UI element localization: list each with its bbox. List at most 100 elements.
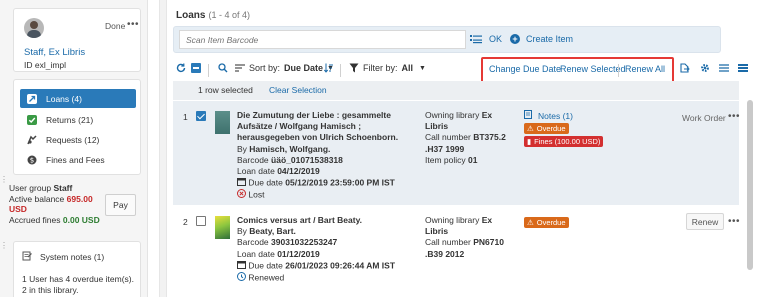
create-item-button[interactable]: + Create Item <box>510 34 573 44</box>
filter-icon[interactable] <box>349 63 359 73</box>
filter-value: All <box>401 63 414 73</box>
select-all-checkbox[interactable] <box>191 63 201 73</box>
item-loan-date: Loan date 01/12/2019 <box>237 248 320 259</box>
row-number: 1 <box>183 112 188 122</box>
change-due-date-button[interactable]: Change Due Date <box>489 64 561 74</box>
more-options-button[interactable]: ••• <box>127 19 139 30</box>
returns-icon <box>27 114 37 125</box>
item-title-link[interactable]: Die Zumutung der Liebe : gesammelte Aufs… <box>237 110 417 144</box>
renew-button[interactable]: Renew <box>686 213 724 230</box>
drag-handle-icon[interactable]: ⋮ <box>0 176 8 184</box>
divider <box>208 64 209 77</box>
done-button[interactable]: Done <box>105 21 125 31</box>
item-barcode: Barcode 39031032253247 <box>237 237 338 248</box>
active-balance-amount: 695.00 <box>66 193 93 204</box>
item-author: By Beaty, Bart. <box>237 226 296 237</box>
selected-count: 1 row selected <box>198 85 253 95</box>
clear-selection-link[interactable]: Clear Selection <box>269 85 327 95</box>
user-id-label: ID <box>24 60 33 70</box>
item-due-date: Due date 26/01/2023 09:26:44 AM IST <box>237 260 417 272</box>
nav-item-requests[interactable]: Requests (12) <box>20 130 136 149</box>
loans-section: Loans(1 - 4 of 4) OK + Create Item Sort … <box>168 0 757 297</box>
item-details: Comics versus art / Bart Beaty. By Beaty… <box>237 215 417 284</box>
nav-item-loans[interactable]: Loans (4) <box>20 89 136 108</box>
nav-item-fines[interactable]: $ Fines and Fees <box>20 150 136 169</box>
requests-icon <box>27 134 37 145</box>
user-name-link[interactable]: Staff, Ex Libris <box>24 47 85 58</box>
item-title-link[interactable]: Comics versus art / Bart Beaty. <box>237 215 417 226</box>
user-group: User group Staff <box>9 183 73 193</box>
divider <box>340 64 341 77</box>
item-notes: Notes (1) ⚠ Overdue ▮ Fines (100.00 USD) <box>524 110 604 147</box>
loans-toolbar: Sort by: Due Date ▼ Filter by: All ▼ Cha… <box>168 57 757 83</box>
system-notes-title: System notes (1) <box>40 252 105 262</box>
accrued-fines: Accrued fines 0.00 USD <box>9 214 100 225</box>
chevron-down-icon: ▼ <box>419 64 426 72</box>
book-cover-thumbnail[interactable] <box>215 111 230 134</box>
calendar-icon <box>237 177 246 189</box>
scrollbar[interactable] <box>747 100 753 270</box>
item-location: Owning library Ex Libris Call number PN6… <box>425 215 504 259</box>
system-notes-card: System notes (1) 1 User has 4 overdue it… <box>13 241 141 297</box>
item-loan-date: Loan date 04/12/2019 <box>237 166 320 177</box>
search-icon[interactable] <box>218 63 228 73</box>
system-note-text: 1 User has 4 overdue item(s). 2 in this … <box>22 274 134 295</box>
item-status: Lost <box>237 189 417 201</box>
list-view-icon[interactable] <box>719 63 729 73</box>
row-more-button[interactable]: ••• <box>728 111 740 122</box>
renew-selected-button[interactable]: Renew Selected <box>560 64 626 74</box>
sort-value: Due Date <box>284 63 324 73</box>
pay-button[interactable]: Pay <box>105 194 136 216</box>
lost-icon <box>237 189 246 201</box>
plus-icon: + <box>510 34 520 44</box>
user-card: Done ••• Staff, Ex Libris ID exl_impl <box>13 8 141 72</box>
gear-icon[interactable] <box>700 63 710 73</box>
scan-barcode-input[interactable] <box>179 30 466 49</box>
renew-all-button[interactable]: Renew All <box>625 64 665 74</box>
item-due-date: Due date 05/12/2019 23:59:00 PM IST <box>237 177 417 189</box>
loan-row[interactable]: 2 Comics versus art / Bart Beaty. By Bea… <box>173 206 740 282</box>
sort-icon[interactable] <box>235 63 245 73</box>
sort-by-dropdown[interactable]: Sort by: Due Date ▼ <box>249 63 334 73</box>
sort-direction-icon[interactable] <box>324 63 334 73</box>
loan-row[interactable]: 1 Die Zumutung der Liebe : gesammelte Au… <box>173 101 740 205</box>
overdue-icon: ⚠ <box>527 218 534 227</box>
panel-splitter[interactable] <box>159 0 167 297</box>
nav-item-label: Returns (21) <box>46 114 94 125</box>
item-notes: ⚠ Overdue <box>524 215 569 228</box>
nav-item-label: Requests (12) <box>46 134 100 145</box>
svg-text:$: $ <box>30 156 34 164</box>
nav-item-returns[interactable]: Returns (21) <box>20 110 136 129</box>
overdue-badge: ⚠ Overdue <box>524 217 569 228</box>
row-checkbox[interactable] <box>196 216 206 226</box>
book-cover-thumbnail[interactable] <box>215 216 230 239</box>
loans-count: (1 - 4 of 4) <box>208 10 250 20</box>
notes-link[interactable]: Notes (1) <box>524 110 603 121</box>
item-author: By Hamisch, Wolfgang. <box>237 143 331 154</box>
fines-badge: ▮ Fines (100.00 USD) <box>524 136 604 147</box>
drag-handle-icon[interactable]: ⋮ <box>0 242 8 250</box>
fines-icon: $ <box>27 155 37 165</box>
renewed-icon <box>237 272 246 284</box>
row-checkbox[interactable] <box>196 111 206 121</box>
divider <box>618 64 619 77</box>
barcode-list-icon[interactable] <box>470 34 482 46</box>
item-location: Owning library Ex Libris Call number BT3… <box>425 110 506 165</box>
export-icon[interactable] <box>680 63 690 73</box>
refresh-icon[interactable] <box>176 63 186 73</box>
notes-icon <box>524 110 534 121</box>
notes-icon <box>22 251 32 263</box>
filter-by-dropdown[interactable]: Filter by: All ▼ <box>363 63 426 73</box>
compact-view-icon[interactable] <box>738 63 748 73</box>
user-nav: Loans (4) Returns (21) Requests (12) $ F… <box>13 79 141 175</box>
row-more-button[interactable]: ••• <box>728 216 740 227</box>
work-order-button[interactable]: Work Order <box>682 113 726 123</box>
system-notes-header[interactable]: System notes (1) <box>22 251 104 263</box>
loans-icon <box>27 93 37 104</box>
fines-icon: ▮ <box>527 137 532 146</box>
overdue-badge: ⚠ Overdue <box>524 123 569 134</box>
ok-button[interactable]: OK <box>489 34 502 44</box>
nav-item-label: Loans (4) <box>46 93 82 104</box>
page-title: Loans (1 - 4 of 4) <box>176 10 250 21</box>
avatar <box>24 18 44 38</box>
